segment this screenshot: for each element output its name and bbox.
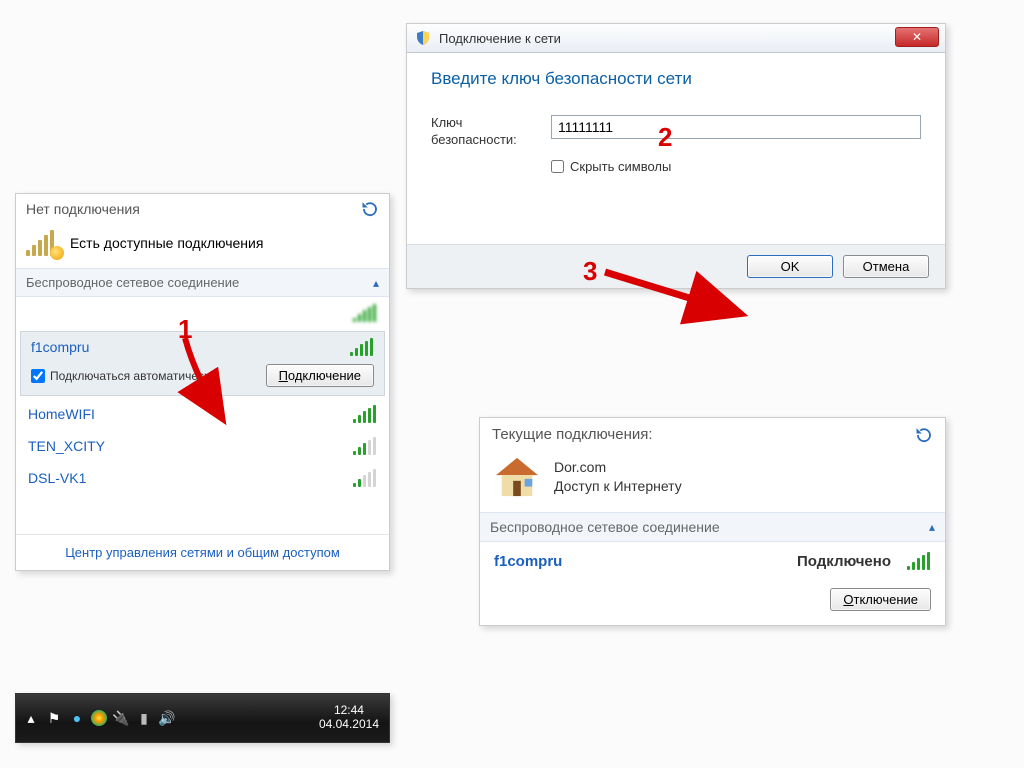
network-name: HomeWIFI [28,406,95,422]
dialog-titlebar[interactable]: Подключение к сети ✕ [407,24,945,53]
signal-icon [353,304,377,322]
network-name: f1compru [31,339,89,355]
cancel-button[interactable]: Отмена [843,255,929,278]
account-name: Dor.com [554,458,682,477]
tray-globe-icon[interactable]: ● [68,709,86,727]
tray-disc-icon[interactable] [91,710,107,726]
network-name: DSL-VK1 [28,470,86,486]
taskbar-clock[interactable]: 12:44 04.04.2014 [319,704,383,732]
connect-button[interactable]: Подключение [266,364,374,387]
network-item-blurred[interactable] [16,297,389,329]
connected-network-row[interactable]: f1compru Подключено [480,542,945,580]
wireless-section-header[interactable]: Беспроводное сетевое соединение ▴ [480,512,945,542]
dialog-title: Подключение к сети [439,31,561,46]
tray-vol-icon[interactable]: 🔊 [158,709,176,727]
flyout-title: Нет подключения [26,201,140,217]
current-header: Текущие подключения: [492,426,653,444]
chevron-up-icon: ▴ [373,276,379,290]
network-item[interactable]: HomeWIFI [16,398,389,430]
security-key-input[interactable] [551,115,921,139]
signal-icon [350,338,374,356]
tray-plug-icon[interactable]: 🔌 [112,709,130,727]
network-item-selected: f1compru Подключаться автоматически Подк… [20,331,385,396]
section-title: Беспроводное сетевое соединение [26,275,239,290]
section-title: Беспроводное сетевое соединение [490,519,720,535]
account-status: Доступ к Интернету [554,477,682,496]
network-name: TEN_XCITY [28,438,105,454]
auto-connect-checkbox[interactable]: Подключаться автоматически [31,369,216,383]
dialog-footer: OK Отмена [407,244,945,288]
wireless-section-header[interactable]: Беспроводное сетевое соединение ▴ [16,268,389,297]
key-label: Ключ безопасности: [431,115,543,149]
connect-btn-rest: одключение [288,368,361,383]
wifi-flyout: Нет подключения Есть доступные подключен… [15,193,390,571]
disconnect-button[interactable]: Отключение [830,588,931,611]
current-connections-panel: Текущие подключения: Dor.com Доступ к Ин… [479,417,946,626]
house-icon [494,456,540,498]
chevron-up-icon: ▴ [929,520,935,534]
taskbar: ▴ ⚑ ● 🔌 ▮ 🔊 12:44 04.04.2014 [15,693,390,743]
clock-time: 12:44 [319,704,379,718]
refresh-icon[interactable] [361,200,379,218]
dialog-instruction: Введите ключ безопасности сети [431,69,921,89]
account-row: Dor.com Доступ к Интернету [480,452,945,512]
connection-status: Подключено [797,553,891,570]
signal-icon [353,469,377,487]
signal-icon [353,437,377,455]
hide-symbols-label: Скрыть символы [570,159,671,174]
signal-warning-icon [26,230,60,256]
shield-icon [415,30,431,46]
auto-connect-label: Подключаться автоматически [50,369,216,383]
available-label: Есть доступные подключения [70,235,263,251]
hide-symbols-checkbox[interactable]: Скрыть символы [551,159,921,174]
available-row: Есть доступные подключения [16,224,389,268]
network-center-link[interactable]: Центр управления сетями и общим доступом [16,534,389,570]
close-icon[interactable]: ✕ [895,27,939,47]
network-name: f1compru [494,553,562,570]
network-item[interactable]: DSL-VK1 [16,462,389,494]
network-item[interactable]: TEN_XCITY [16,430,389,462]
signal-icon [353,405,377,423]
auto-connect-input[interactable] [31,369,45,383]
tray-net-icon[interactable]: ▮ [135,709,153,727]
hide-symbols-input[interactable] [551,160,564,173]
tray-up-icon[interactable]: ▴ [22,709,40,727]
signal-icon [907,552,931,570]
tray-icons: ▴ ⚑ ● 🔌 ▮ 🔊 [22,709,176,727]
refresh-icon[interactable] [915,426,933,444]
clock-date: 04.04.2014 [319,718,379,732]
tray-flag-icon[interactable]: ⚑ [45,709,63,727]
ok-button[interactable]: OK [747,255,833,278]
connect-network-dialog: Подключение к сети ✕ Введите ключ безопа… [406,23,946,289]
